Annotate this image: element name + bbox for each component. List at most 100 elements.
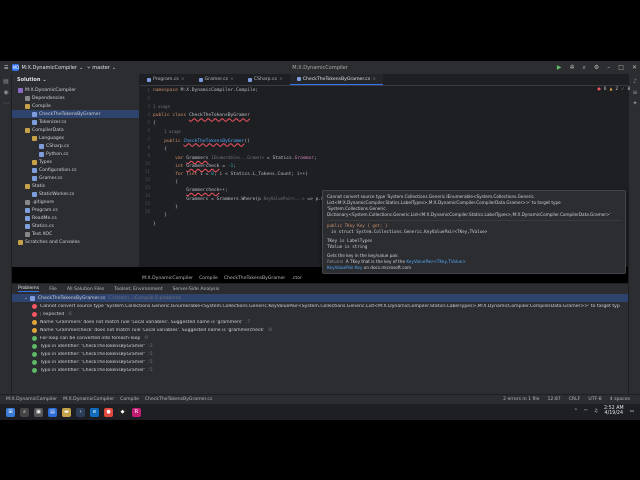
status-item[interactable]: 12:87 [547, 397, 560, 402]
file-icon [25, 231, 30, 237]
status-breadcrumb-item[interactable]: CheckTheTokensByGramer.cs [145, 397, 212, 402]
status-breadcrumb-item[interactable]: M:X.DynamicCompiler [6, 397, 57, 402]
folder-app-icon[interactable]: ▬ [62, 407, 71, 417]
close-icon[interactable]: × [279, 77, 283, 82]
editor-tab[interactable]: CheckTheTokensByGramer.cs × [289, 74, 384, 85]
breadcrumb-item[interactable]: M:X.DynamicCompiler [142, 276, 193, 281]
line-number: 12 [144, 177, 150, 183]
gear-icon[interactable]: ⚙ [594, 64, 599, 71]
inspection-widget[interactable]: ● 6 ▲ 2 ✓ 8 [597, 86, 630, 91]
run-icon[interactable]: ▶ [557, 64, 562, 71]
problem-row[interactable]: Name 'Grammercheck' does not match rule … [12, 326, 628, 334]
tree-item[interactable]: Scratches and Consoles [12, 238, 139, 246]
line-number: 11 [144, 168, 150, 174]
status-breadcrumb-item[interactable]: M:X.DynamicCompiler [63, 397, 114, 402]
problems-tab[interactable]: Toolset, Environment [114, 287, 162, 292]
breadcrumb-item[interactable]: CheckTheTokensByGramer [224, 276, 285, 281]
tree-item[interactable]: CSharp.cs [12, 142, 139, 150]
main-menu-button[interactable]: ☰ [4, 65, 8, 71]
chevron-down-icon[interactable]: ⌄ [42, 77, 46, 83]
problem-text: Name 'Grammers' does not match rule 'Loc… [40, 319, 243, 325]
notification-icon[interactable]: ▭ [630, 409, 634, 414]
error-icon [32, 303, 37, 309]
tree-item[interactable]: M:X.DynamicCompiler [12, 86, 139, 94]
editor-tab[interactable]: Gramer.cs × [192, 74, 241, 85]
tree-item[interactable]: Types [12, 158, 139, 166]
chevron-up-icon[interactable]: ⌃ [574, 409, 578, 414]
ai-assistant-icon[interactable]: ✦ [631, 99, 639, 107]
problems-tab[interactable]: Problems [18, 286, 40, 292]
more-icon[interactable]: ⋯ [2, 99, 10, 107]
app-icon[interactable]: ◆ [118, 407, 127, 417]
tree-item[interactable]: Statics.cs [12, 222, 139, 230]
tree-item[interactable]: Test.XOC [12, 230, 139, 238]
terminal-app-icon[interactable]: › [76, 407, 85, 417]
minimize-icon[interactable]: – [607, 64, 610, 71]
docs-link[interactable]: KeyValuePair.Key [327, 265, 362, 270]
tree-item[interactable]: Program.cs [12, 206, 139, 214]
notifications-icon[interactable]: ♪ [631, 77, 639, 85]
problems-tab[interactable]: File [49, 287, 57, 292]
problem-row[interactable]: Typo in identifier: 'CheckTheTokensByGra… [12, 343, 628, 351]
tree-item[interactable]: Languages [12, 134, 139, 142]
problem-row[interactable]: Typo in identifier: 'CheckTheTokensByGra… [12, 351, 628, 359]
problem-row[interactable]: Typo in identifier: 'CheckTheTokensByGra… [12, 367, 628, 375]
tree-item[interactable]: Compile [12, 102, 139, 110]
clock[interactable]: 2:52 AM 4/19/24 [604, 406, 624, 416]
editor-tabs: Program.cs × Gramer.cs × CSharp.cs × CheckTheT… [140, 74, 628, 86]
problems-tab[interactable]: Server-Side Analysis [173, 287, 220, 292]
task-view-icon[interactable]: ▣ [34, 407, 43, 417]
breadcrumb-item[interactable]: .ctor [291, 276, 302, 281]
close-icon[interactable]: × [372, 77, 376, 82]
folder-icon [32, 135, 37, 141]
tree-item[interactable]: .gitignore [12, 198, 139, 206]
tree-item[interactable]: Statis [12, 182, 139, 190]
tree-item[interactable]: CheckTheTokensByGramer [12, 110, 139, 118]
status-item[interactable]: 4 spaces [610, 397, 630, 402]
tree-item-label: CheckTheTokensByGramer [39, 111, 101, 117]
tree-item[interactable]: Gramer.cs [12, 174, 139, 182]
branch-switcher[interactable]: ⑂ master ⌄ [87, 65, 116, 71]
wifi-icon[interactable]: ◠ [584, 409, 588, 414]
tree-item[interactable]: CompilerData [12, 126, 139, 134]
project-switcher[interactable]: MD M:X.DynamicCompiler ⌄ [12, 64, 83, 71]
problems-tab[interactable]: All Solution Files [67, 287, 104, 292]
rider-app-icon[interactable]: R [132, 407, 141, 417]
problem-row[interactable]: For-loop can be converted into foreach-l… [12, 334, 628, 342]
status-item[interactable]: UTF-8 [588, 397, 601, 402]
windows-start-icon[interactable]: ⊞ [6, 407, 15, 417]
status-item[interactable]: 2 errors in 1 file [503, 397, 539, 402]
status-breadcrumb-item[interactable]: Compile [120, 397, 139, 402]
chevron-down-icon: ⌄ [79, 64, 84, 71]
close-icon[interactable]: ✕ [632, 64, 637, 71]
volume-icon[interactable]: ♫ [594, 409, 598, 414]
problem-row[interactable]: Typo in identifier: 'CheckTheTokensByGra… [12, 359, 628, 367]
tree-item[interactable]: Dependencies [12, 94, 139, 102]
returns-link[interactable]: KeyValuePair<TKey,TValue> [406, 259, 465, 264]
search-icon[interactable]: ⌕ [583, 64, 586, 72]
editor-tab[interactable]: CSharp.cs × [241, 74, 290, 85]
problems-file-row[interactable]: ⌄ CheckTheTokensByGramer.cs C:\Users\...… [12, 294, 628, 303]
commit-icon[interactable]: ◉ [2, 88, 10, 96]
explorer-app-icon[interactable]: ▤ [48, 407, 57, 417]
tree-item[interactable]: Python.cs [12, 150, 139, 158]
edge-app-icon[interactable]: e [90, 407, 99, 417]
close-icon[interactable]: × [230, 77, 234, 82]
maximize-icon[interactable]: □ [618, 64, 624, 71]
tree-item[interactable]: ReadMe.cs [12, 214, 139, 222]
folder-icon[interactable]: ▤ [2, 77, 10, 85]
problem-row[interactable]: Cannot convert source type 'System.Colle… [12, 302, 628, 310]
database-icon[interactable]: ≡ [631, 88, 639, 96]
problem-row[interactable]: Name 'Grammers' does not match rule 'Loc… [12, 318, 628, 326]
debug-icon[interactable]: ✲ [570, 64, 575, 71]
tree-item[interactable]: Tokenizer.cs [12, 118, 139, 126]
tree-item[interactable]: StaticWorker.cs [12, 190, 139, 198]
editor-tab[interactable]: Program.cs × [140, 74, 192, 85]
status-item[interactable]: CRLF [569, 397, 581, 402]
taskbar-search-icon[interactable]: ⌕ [20, 407, 29, 417]
close-icon[interactable]: × [181, 77, 185, 82]
chrome-app-icon[interactable]: ● [104, 407, 113, 417]
tree-item[interactable]: Configuration.cs [12, 166, 139, 174]
problem-row[interactable]: ; expected:6 [12, 310, 628, 318]
breadcrumb-item[interactable]: Compile [199, 276, 218, 281]
